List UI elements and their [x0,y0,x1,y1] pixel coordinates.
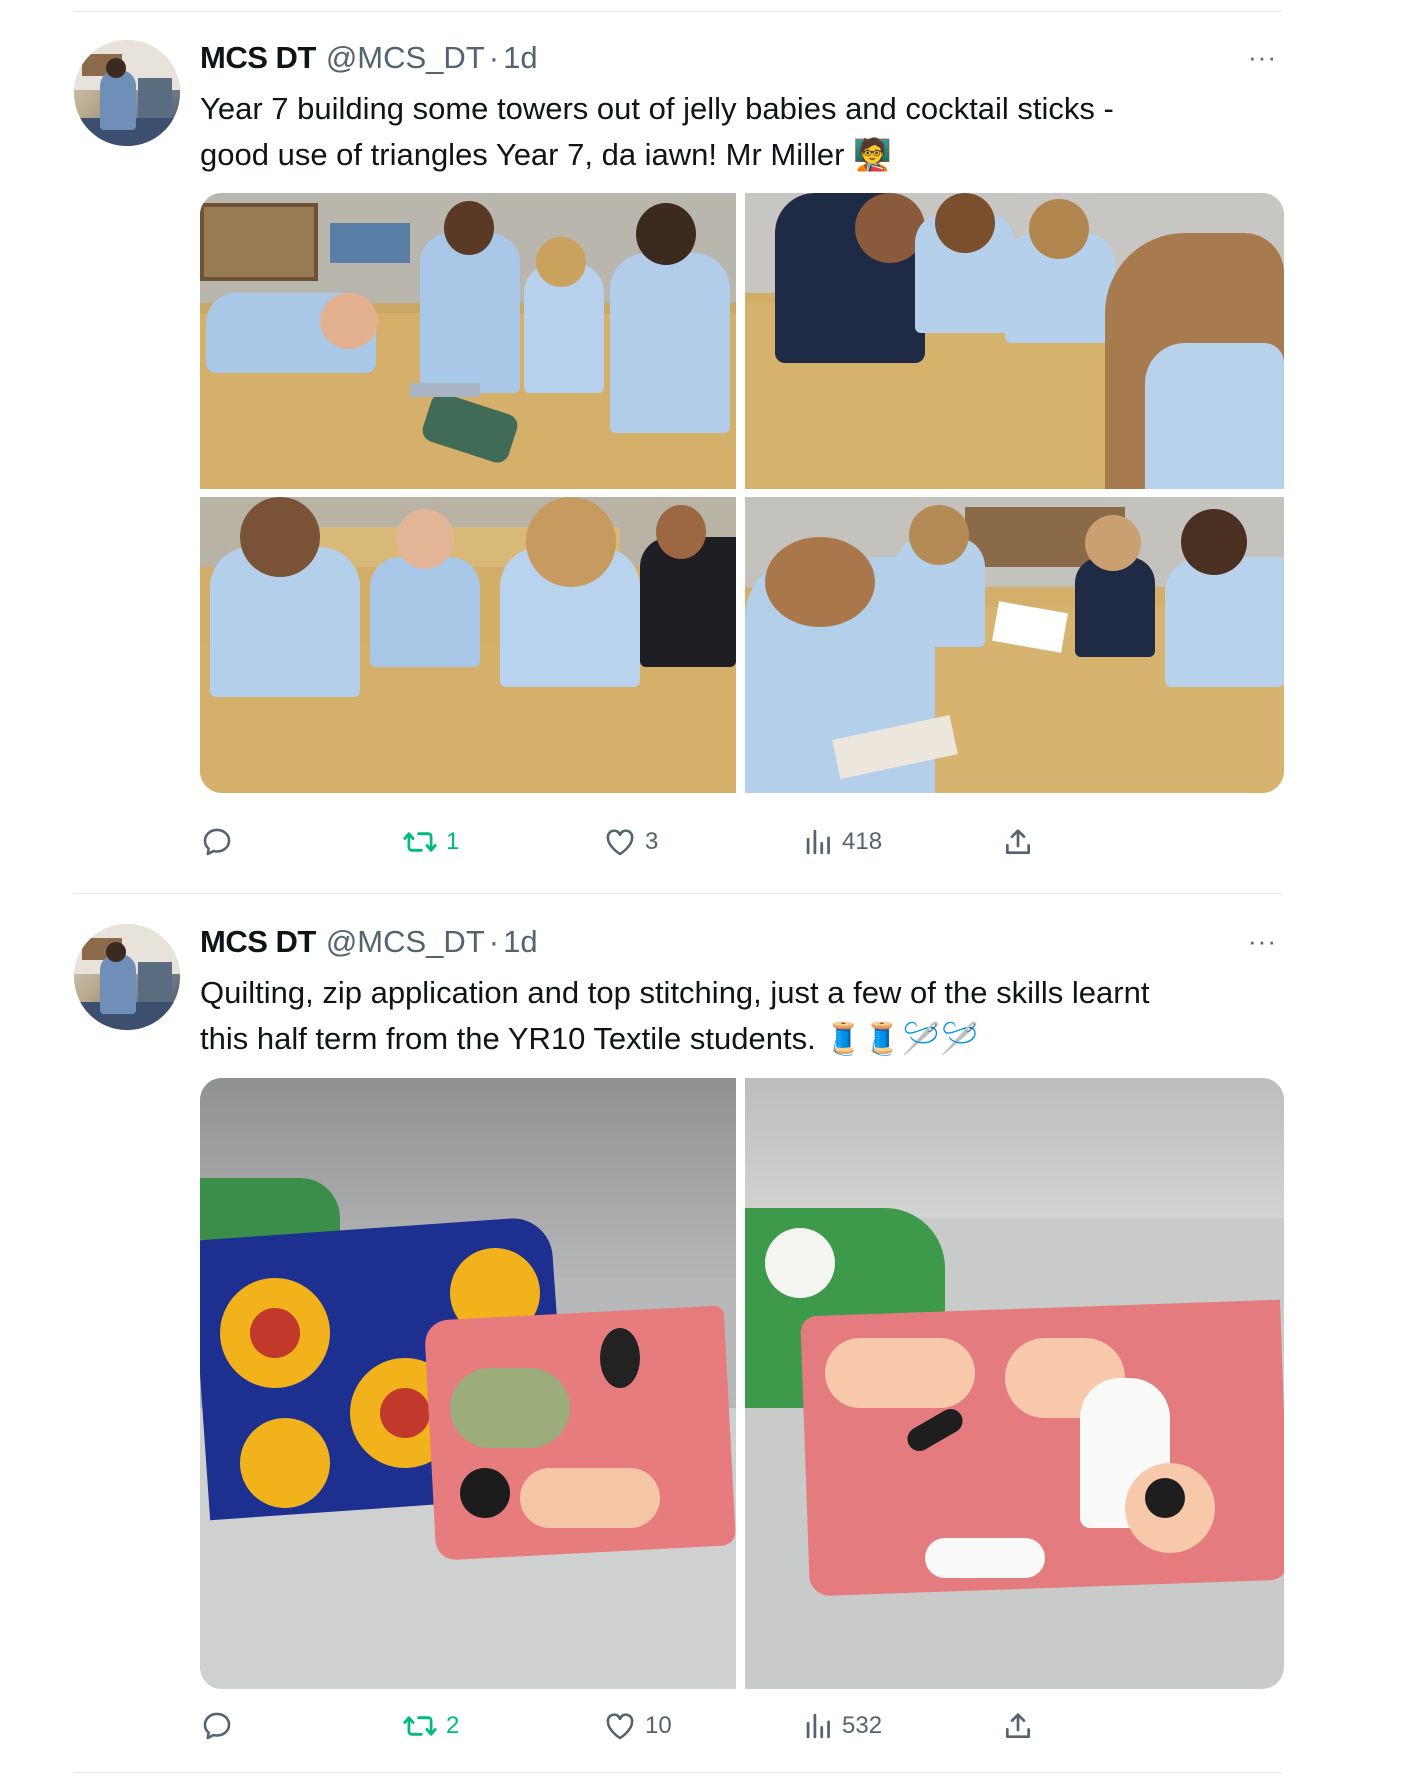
photo-2[interactable] [745,193,1284,489]
share-icon [1002,1709,1034,1743]
photo-1[interactable] [200,193,736,489]
reply-icon [200,825,234,859]
top-divider [74,11,1282,12]
retweet-button[interactable]: 1 [402,825,459,859]
tweet-text: Year 7 building some towers out of jelly… [200,91,1114,172]
retweet-button[interactable]: 2 [402,1709,459,1743]
views-button[interactable]: 532 [804,1709,882,1743]
views-button[interactable]: 418 [804,825,882,859]
like-count: 3 [645,828,659,855]
retweet-count: 1 [446,828,460,855]
media-grid[interactable] [200,193,1284,793]
avatar[interactable] [74,924,180,1030]
heart-icon [603,825,637,859]
author-handle[interactable]: @MCS_DT [326,924,485,960]
like-count: 10 [645,1712,672,1739]
share-button[interactable] [1002,1709,1034,1743]
more-options-icon[interactable]: ··· [1248,926,1277,957]
tweet-text: Quilting, zip application and top stitch… [200,975,1150,1056]
tweet-actions: 2 10 532 [200,1709,1280,1749]
reply-button[interactable] [200,825,242,859]
photo-2[interactable] [745,1078,1284,1689]
tweet-actions: 1 3 418 [200,825,1280,865]
more-options-icon[interactable]: ··· [1248,42,1277,73]
views-count: 532 [842,1712,883,1739]
media-grid-gap-horizontal [200,489,1284,497]
like-button[interactable]: 10 [603,1709,672,1743]
photo-4[interactable] [745,497,1284,793]
retweet-count: 2 [446,1712,460,1739]
author-handle[interactable]: @MCS_DT [326,40,485,76]
tweet-header: MCS DT @MCS_DT · 1d [200,40,538,80]
avatar[interactable] [74,40,180,146]
author-name[interactable]: MCS DT [200,924,316,960]
like-button[interactable]: 3 [603,825,658,859]
timestamp[interactable]: 1d [503,40,537,76]
retweet-icon [402,1709,438,1743]
author-name[interactable]: MCS DT [200,40,316,76]
reply-icon [200,1709,234,1743]
share-icon [1002,825,1034,859]
tweet-header: MCS DT @MCS_DT · 1d [200,924,538,964]
photo-3[interactable] [200,497,736,793]
views-count: 418 [842,828,883,855]
timestamp[interactable]: 1d [503,924,537,960]
media-grid[interactable] [200,1078,1284,1689]
share-button[interactable] [1002,825,1034,859]
retweet-icon [402,825,438,859]
separator-dot: · [488,924,500,959]
reply-button[interactable] [200,1709,242,1743]
views-icon [804,825,834,859]
views-icon [804,1709,834,1743]
separator-dot: · [488,40,500,75]
tweet-divider [74,893,1282,894]
photo-1[interactable] [200,1078,736,1689]
bottom-divider [74,1772,1282,1773]
heart-icon [603,1709,637,1743]
media-grid-gap-vertical [736,1078,745,1689]
